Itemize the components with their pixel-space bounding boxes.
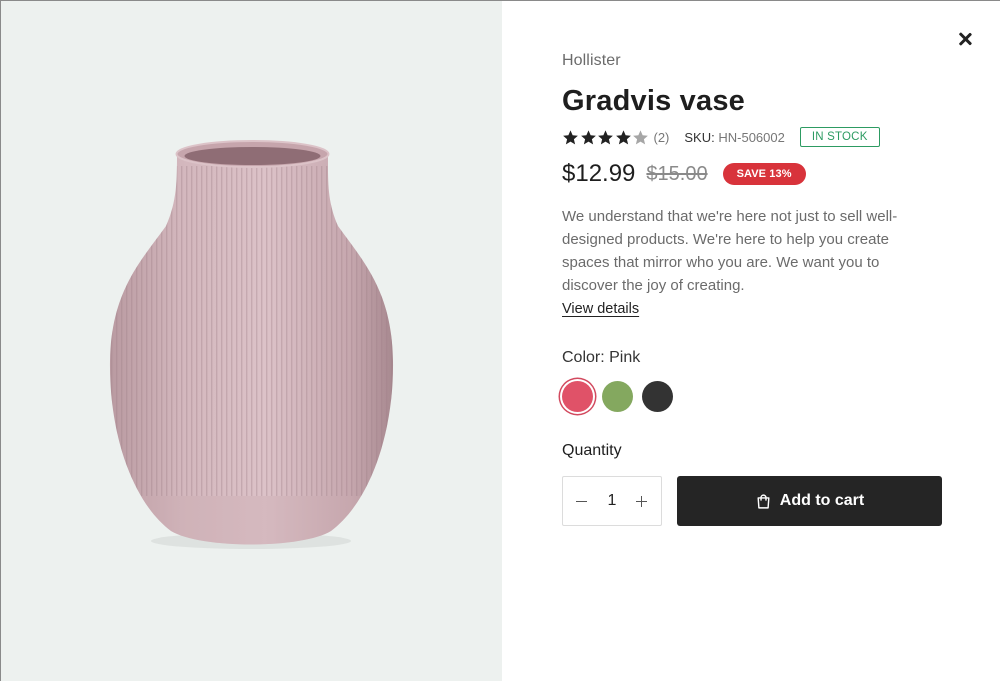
swatch-black[interactable] <box>642 381 673 412</box>
view-details-link[interactable]: View details <box>562 301 639 317</box>
price: $12.99 <box>562 160 636 187</box>
sku: SKU: HN-506002 <box>684 130 784 145</box>
price-row: $12.99 $15.00 SAVE 13% <box>562 160 806 188</box>
product-info-panel: Hollister Gradvis vase (2) SKU: HN-50600… <box>502 1 1000 681</box>
compare-price: $15.00 <box>646 162 708 185</box>
swatch-green[interactable] <box>602 381 633 412</box>
product-meta: (2) SKU: HN-506002 IN STOCK <box>562 127 880 147</box>
quantity-input[interactable] <box>597 492 627 510</box>
quantity-stepper <box>562 476 662 526</box>
quantity-label: Quantity <box>562 442 622 459</box>
save-badge: SAVE 13% <box>722 163 806 185</box>
review-count[interactable]: (2) <box>654 130 670 145</box>
star-empty-icon <box>633 129 648 144</box>
minus-icon[interactable] <box>574 493 590 509</box>
star-filled-icon <box>580 129 596 144</box>
product-title: Gradvis vase <box>562 85 745 117</box>
swatch-pink[interactable] <box>562 381 593 412</box>
plus-icon[interactable] <box>634 493 650 509</box>
color-label: Color: Pink <box>562 349 641 366</box>
sku-label: SKU: <box>684 129 715 145</box>
product-image <box>1 1 502 681</box>
sku-value: HN-506002 <box>718 129 785 145</box>
product-vendor: Hollister <box>562 52 621 69</box>
star-filled-icon <box>615 129 631 144</box>
color-swatches <box>562 381 682 412</box>
add-to-cart-label: Add to cart <box>779 492 865 509</box>
star-filled-icon <box>563 129 578 144</box>
stock-badge: IN STOCK <box>799 127 880 147</box>
rating-stars: (2) <box>562 129 669 146</box>
product-description: We understand that we're here not just t… <box>562 208 898 294</box>
star-filled-icon <box>598 129 613 144</box>
add-to-cart-button[interactable]: Add to cart <box>677 476 942 526</box>
close-icon[interactable] <box>954 28 976 50</box>
shopping-bag-icon <box>757 493 770 509</box>
vase-illustration <box>109 140 394 549</box>
quick-view-modal: Hollister Gradvis vase (2) SKU: HN-50600… <box>0 0 1000 681</box>
